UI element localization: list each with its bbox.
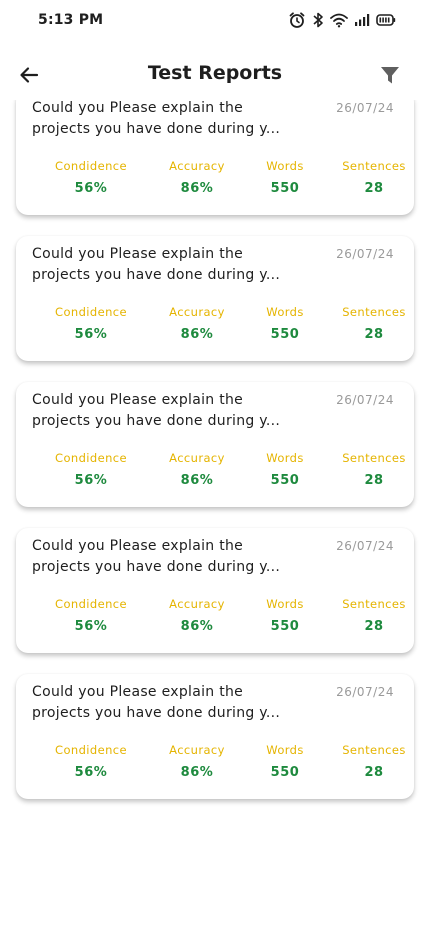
metric-value: 56% (74, 181, 108, 196)
metric-sentences: Sentences 28 (342, 304, 406, 344)
report-list[interactable]: Could you Please explain the projects yo… (0, 100, 430, 932)
metric-words: Words 550 (266, 742, 304, 782)
metric-accuracy: Accuracy 86% (169, 596, 225, 636)
metric-value: 550 (270, 181, 300, 196)
report-question: Could you Please explain the projects yo… (32, 244, 312, 286)
metric-value: 550 (270, 473, 300, 488)
metric-label: Accuracy (169, 305, 225, 319)
metric-value: 550 (270, 619, 300, 634)
metric-label: Accuracy (169, 159, 225, 173)
metric-label: Words (266, 451, 304, 465)
metric-label: Words (266, 305, 304, 319)
metric-words: Words 550 (266, 158, 304, 198)
report-question-line1: Could you Please explain the (32, 538, 244, 554)
metric-label: Accuracy (169, 597, 225, 611)
metric-value: 86% (180, 765, 214, 780)
metric-label: Condidence (55, 305, 127, 319)
metric-value: 28 (364, 765, 384, 780)
metric-value: 56% (74, 765, 108, 780)
report-question-line2: projects you have done during y... (32, 121, 281, 137)
alarm-icon (289, 12, 305, 28)
metric-value: 56% (74, 619, 108, 634)
report-date: 26/07/24 (336, 685, 394, 699)
wifi-icon (330, 13, 348, 28)
report-question-line1: Could you Please explain the (32, 684, 244, 700)
metric-value: 28 (364, 619, 384, 634)
metric-value: 28 (364, 327, 384, 342)
report-question-line1: Could you Please explain the (32, 100, 244, 116)
metric-label: Condidence (55, 597, 127, 611)
metric-accuracy: Accuracy 86% (169, 158, 225, 198)
status-bar: 5:13 PM (0, 0, 430, 40)
report-question: Could you Please explain the projects yo… (32, 100, 312, 140)
metric-value: 86% (180, 473, 214, 488)
metric-label: Sentences (342, 597, 406, 611)
battery-icon (376, 14, 396, 26)
report-question: Could you Please explain the projects yo… (32, 390, 312, 432)
app-bar: Test Reports (0, 50, 430, 100)
metric-label: Words (266, 159, 304, 173)
report-date: 26/07/24 (336, 539, 394, 553)
metric-label: Condidence (55, 743, 127, 757)
metric-value: 550 (270, 327, 300, 342)
report-card[interactable]: Could you Please explain the projects yo… (16, 236, 414, 361)
metric-label: Accuracy (169, 743, 225, 757)
metric-accuracy: Accuracy 86% (169, 304, 225, 344)
metric-sentences: Sentences 28 (342, 742, 406, 782)
metric-sentences: Sentences 28 (342, 158, 406, 198)
metric-label: Words (266, 743, 304, 757)
metric-value: 86% (180, 327, 214, 342)
metric-confidence: Condidence 56% (55, 596, 127, 636)
metric-words: Words 550 (266, 596, 304, 636)
report-question-line2: projects you have done during y... (32, 705, 281, 721)
filter-button[interactable] (376, 61, 404, 89)
report-question: Could you Please explain the projects yo… (32, 682, 312, 724)
report-date: 26/07/24 (336, 393, 394, 407)
metric-label: Sentences (342, 743, 406, 757)
metric-value: 56% (74, 473, 108, 488)
report-date: 26/07/24 (336, 247, 394, 261)
metric-words: Words 550 (266, 450, 304, 490)
metric-value: 28 (364, 473, 384, 488)
metric-label: Accuracy (169, 451, 225, 465)
metric-words: Words 550 (266, 304, 304, 344)
report-card[interactable]: Could you Please explain the projects yo… (16, 528, 414, 653)
metric-accuracy: Accuracy 86% (169, 450, 225, 490)
report-card[interactable]: Could you Please explain the projects yo… (16, 674, 414, 799)
metric-value: 86% (180, 619, 214, 634)
status-time: 5:13 PM (38, 12, 104, 28)
metric-confidence: Condidence 56% (55, 450, 127, 490)
filter-icon (381, 67, 399, 84)
metric-accuracy: Accuracy 86% (169, 742, 225, 782)
metric-label: Condidence (55, 159, 127, 173)
report-question: Could you Please explain the projects yo… (32, 536, 312, 578)
metric-value: 56% (74, 327, 108, 342)
report-card[interactable]: Could you Please explain the projects yo… (16, 382, 414, 507)
metric-confidence: Condidence 56% (55, 304, 127, 344)
metric-sentences: Sentences 28 (342, 450, 406, 490)
metric-label: Sentences (342, 451, 406, 465)
report-question-line1: Could you Please explain the (32, 392, 244, 408)
report-date: 26/07/24 (336, 101, 394, 115)
metric-value: 86% (180, 181, 214, 196)
report-question-line2: projects you have done during y... (32, 559, 281, 575)
metric-confidence: Condidence 56% (55, 158, 127, 198)
bluetooth-icon (313, 12, 323, 28)
report-question-line2: projects you have done during y... (32, 267, 281, 283)
signal-icon (355, 14, 370, 26)
metric-label: Sentences (342, 159, 406, 173)
metric-confidence: Condidence 56% (55, 742, 127, 782)
page-title: Test Reports (147, 62, 283, 84)
metric-value: 550 (270, 765, 300, 780)
metric-sentences: Sentences 28 (342, 596, 406, 636)
metric-label: Sentences (342, 305, 406, 319)
metric-value: 28 (364, 181, 384, 196)
report-question-line1: Could you Please explain the (32, 246, 244, 262)
metric-label: Condidence (55, 451, 127, 465)
report-question-line2: projects you have done during y... (32, 413, 281, 429)
status-icons (288, 11, 396, 29)
metric-label: Words (266, 597, 304, 611)
report-card[interactable]: Could you Please explain the projects yo… (16, 100, 414, 215)
